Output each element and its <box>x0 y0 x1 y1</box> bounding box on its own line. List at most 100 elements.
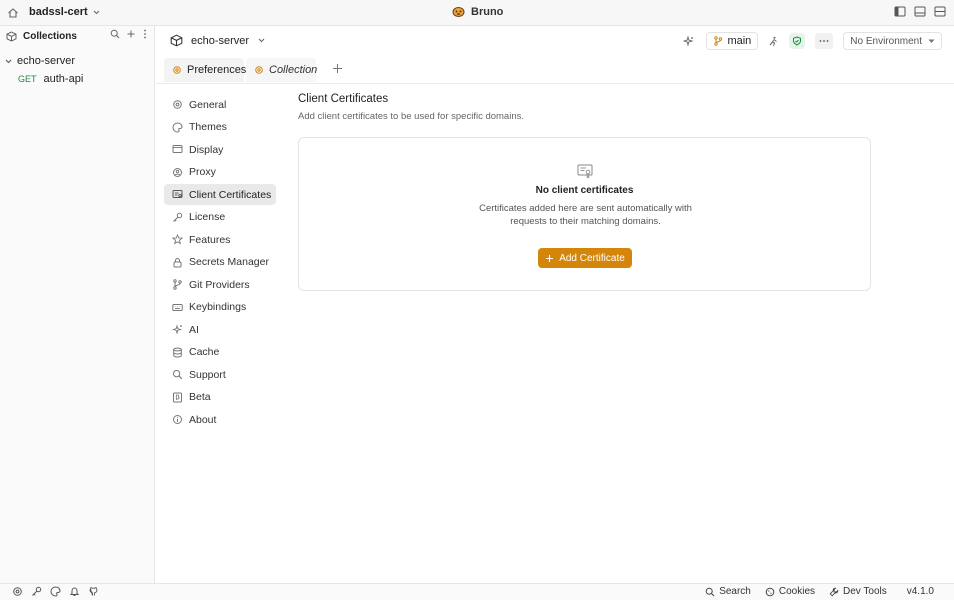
collections-sidebar: Collections echo-server GET auth-api <box>0 26 155 583</box>
database-icon <box>172 347 183 358</box>
settings-nav-label: General <box>189 98 227 111</box>
tab-preferences[interactable]: Preferences <box>164 58 246 82</box>
settings-nav-label: AI <box>189 323 199 336</box>
bell-icon[interactable] <box>69 586 80 597</box>
chevron-down-icon[interactable] <box>4 57 13 66</box>
new-tab-plus-icon[interactable] <box>332 63 343 74</box>
settings-nav-label: Proxy <box>189 166 216 178</box>
status-search-button[interactable]: Search <box>705 586 751 597</box>
git-branch-button[interactable]: main <box>706 32 759 50</box>
info-icon <box>172 414 183 425</box>
certificate-icon <box>172 189 183 200</box>
layout-icon[interactable] <box>934 6 946 17</box>
settings-nav-item-general[interactable]: General <box>164 94 276 115</box>
plus-icon[interactable] <box>126 29 136 39</box>
monitor-icon <box>172 144 183 155</box>
app-name: Bruno <box>471 5 504 18</box>
settings-nav-item-ai[interactable]: AI <box>164 319 276 340</box>
search-icon <box>705 587 715 597</box>
section-title: Client Certificates <box>298 93 389 105</box>
settings-nav-item-support[interactable]: Support <box>164 364 276 385</box>
toggle-bottom-panel-icon[interactable] <box>914 6 926 17</box>
runner-icon[interactable] <box>768 36 779 47</box>
collection-title: echo-server <box>191 34 250 47</box>
settings-nav-item-keybindings[interactable]: Keybindings <box>164 297 276 318</box>
lock-icon <box>172 257 183 268</box>
settings-nav: General Themes Display Proxy Client Certific… <box>164 94 276 432</box>
settings-nav-item-git-providers[interactable]: Git Providers <box>164 274 276 295</box>
chevron-down-icon <box>257 36 266 45</box>
status-search-label: Search <box>719 586 751 597</box>
add-certificate-button[interactable]: Add Certificate <box>538 248 632 268</box>
settings-nav-label: About <box>189 413 217 426</box>
git-branch-icon <box>713 36 723 46</box>
settings-nav-label: Keybindings <box>189 301 247 313</box>
tab-collection[interactable]: Collection <box>246 58 318 82</box>
settings-nav-label: Git Providers <box>189 278 250 291</box>
keyboard-icon <box>172 302 183 313</box>
settings-nav-label: License <box>189 211 226 223</box>
shield-check-icon <box>792 36 802 46</box>
collection-box-icon <box>6 30 17 42</box>
palette-icon <box>172 121 183 133</box>
security-shield-button[interactable] <box>789 33 806 49</box>
search-icon[interactable] <box>110 29 120 39</box>
gear-icon <box>254 65 264 75</box>
home-icon[interactable] <box>6 6 20 20</box>
toggle-sidebar-icon[interactable] <box>894 6 906 17</box>
certificate-icon <box>577 164 593 179</box>
settings-nav-item-features[interactable]: Features <box>164 229 276 250</box>
settings-nav-item-secrets-manager[interactable]: Secrets Manager <box>164 252 276 273</box>
section-subtitle: Add client certificates to be used for s… <box>298 111 525 122</box>
more-vertical-icon[interactable] <box>142 29 148 39</box>
collections-title: Collections <box>23 30 77 42</box>
settings-nav-label: Display <box>189 143 224 156</box>
settings-nav-item-beta[interactable]: Beta <box>164 387 276 408</box>
app-version: v4.1.0 <box>906 586 934 597</box>
status-bar: Search Cookies Dev Tools v4.1.0 <box>0 583 954 600</box>
collection-box-icon <box>170 34 183 47</box>
settings-nav-item-themes[interactable]: Themes <box>164 117 276 138</box>
tab-label: Collection <box>269 64 318 76</box>
settings-nav-label: Beta <box>189 391 211 403</box>
settings-nav-label: Cache <box>189 346 220 358</box>
star-icon <box>172 234 183 245</box>
environment-selector[interactable]: No Environment <box>843 32 942 50</box>
add-certificate-label: Add Certificate <box>559 252 625 264</box>
settings-nav-label: Themes <box>189 121 227 133</box>
settings-nav-item-cache[interactable]: Cache <box>164 342 276 363</box>
settings-nav-item-proxy[interactable]: Proxy <box>164 162 276 183</box>
palette-icon[interactable] <box>50 586 61 597</box>
settings-nav-item-client-certificates[interactable]: Client Certificates <box>164 184 276 205</box>
settings-nav-item-display[interactable]: Display <box>164 139 276 160</box>
settings-nav-item-license[interactable]: License <box>164 207 276 228</box>
workspace-name: badssl-cert <box>29 6 88 18</box>
key-icon <box>172 212 183 223</box>
settings-nav-label: Secrets Manager <box>189 256 269 268</box>
github-icon[interactable] <box>88 586 99 597</box>
caret-down-icon <box>928 39 935 44</box>
app-title: Bruno <box>452 5 503 18</box>
settings-nav-label: Client Certificates <box>189 188 272 201</box>
settings-nav-item-about[interactable]: About <box>164 409 276 430</box>
settings-gear-icon[interactable] <box>12 586 23 597</box>
sparkles-icon <box>172 324 183 335</box>
git-branch-icon <box>172 279 183 290</box>
key-icon[interactable] <box>31 586 42 597</box>
collection-selector[interactable]: echo-server <box>170 34 266 47</box>
branch-name: main <box>727 35 752 47</box>
workspace-selector[interactable]: badssl-cert <box>29 6 101 18</box>
sparkles-icon[interactable] <box>683 35 695 47</box>
status-devtools-button[interactable]: Dev Tools <box>829 586 887 597</box>
gear-icon <box>172 65 182 75</box>
more-horizontal-icon[interactable] <box>815 33 834 49</box>
status-cookies-button[interactable]: Cookies <box>765 586 815 597</box>
collections-header: Collections <box>0 26 154 46</box>
empty-state-description: Certificates added here are sent automat… <box>479 203 692 227</box>
collection-item-echo-server[interactable]: echo-server <box>0 52 154 70</box>
status-cookies-label: Cookies <box>778 586 816 597</box>
title-bar: badssl-cert Bruno <box>0 0 954 26</box>
tab-bar: Preferences Collection <box>156 56 954 84</box>
request-item-auth-api[interactable]: GET auth-api <box>0 70 154 88</box>
proxy-icon <box>172 167 183 178</box>
